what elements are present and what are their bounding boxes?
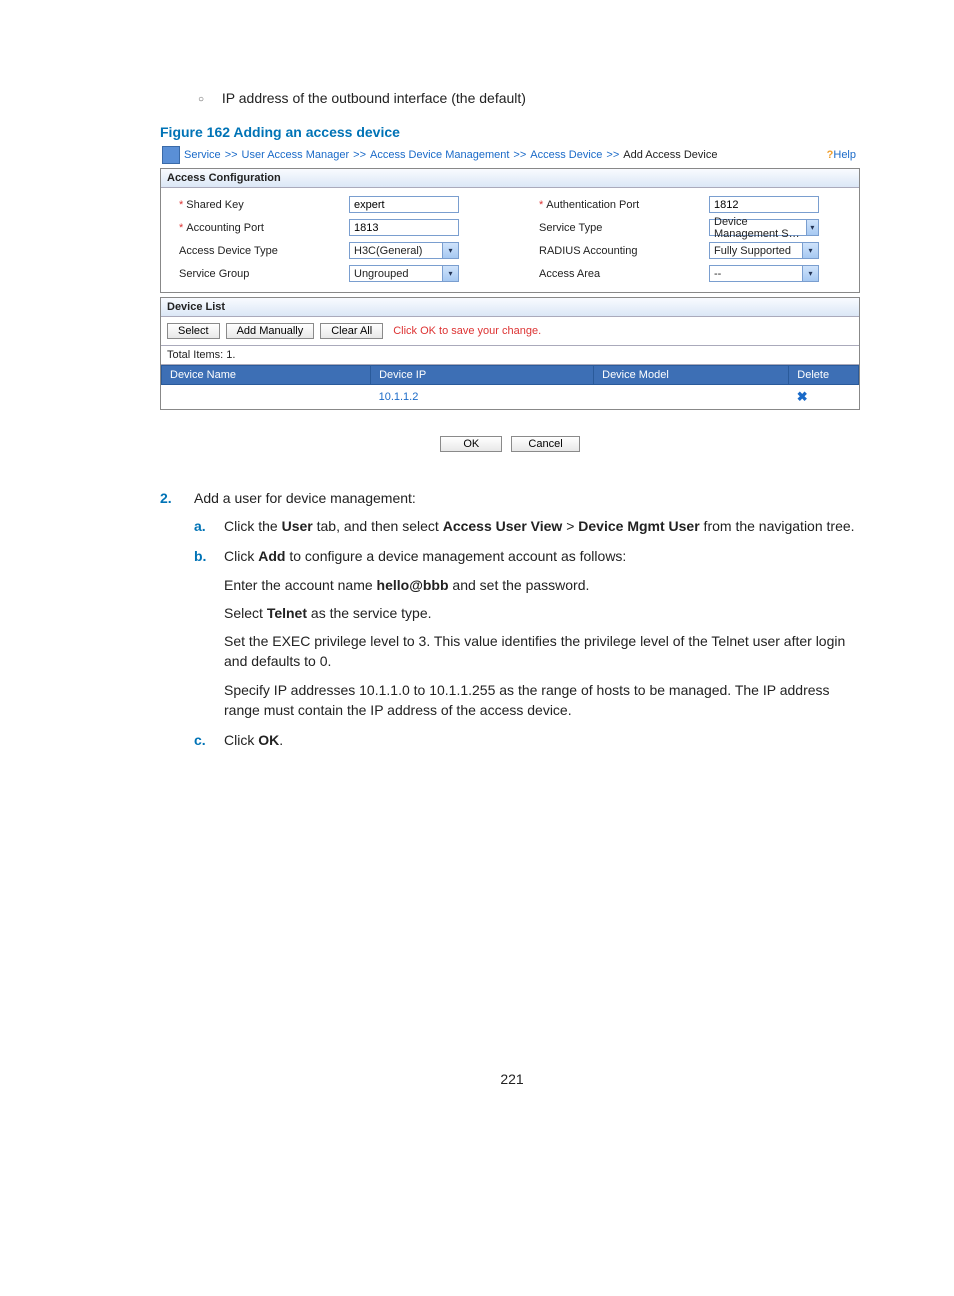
step-2-text: Add a user for device management:	[194, 490, 416, 506]
breadcrumb-icon	[162, 146, 180, 164]
delete-row-button[interactable]: ✖	[789, 385, 859, 410]
screenshot-container: Service >> User Access Manager >> Access…	[160, 146, 860, 452]
table-row: 10.1.1.2 ✖	[162, 385, 859, 410]
dialog-buttons: OK Cancel	[160, 436, 860, 452]
ok-button[interactable]: OK	[440, 436, 502, 452]
access-config-panel: Access Configuration *Shared Key *Authen…	[160, 168, 860, 293]
service-type-select[interactable]: Device Management S… ▾	[709, 219, 819, 236]
clear-all-button[interactable]: Clear All	[320, 323, 383, 339]
auth-port-input[interactable]	[709, 196, 819, 213]
cancel-button[interactable]: Cancel	[511, 436, 579, 452]
total-items: Total Items: 1.	[161, 346, 859, 365]
substep-letter: b.	[194, 546, 206, 566]
substep-c: c. Click OK.	[194, 730, 864, 750]
label-service-type: Service Type	[539, 222, 699, 234]
th-device-model: Device Model	[594, 366, 789, 385]
breadcrumb-sep: >>	[513, 149, 526, 161]
circle-bullet-icon: ○	[198, 94, 218, 105]
device-table: Device Name Device IP Device Model Delet…	[161, 365, 859, 409]
help-link[interactable]: ?Help	[827, 149, 856, 161]
th-delete: Delete	[789, 366, 859, 385]
device-list-title: Device List	[161, 298, 859, 317]
access-config-title: Access Configuration	[161, 169, 859, 188]
breadcrumb-sep: >>	[353, 149, 366, 161]
intro-bullet-line: ○ IP address of the outbound interface (…	[198, 90, 864, 106]
cell-device-name	[162, 385, 371, 410]
label-radius-acct: RADIUS Accounting	[539, 245, 699, 257]
step-2: 2. Add a user for device management: a. …	[160, 490, 864, 751]
substep-b: b. Click Add to configure a device manag…	[194, 546, 864, 720]
substep-letter: a.	[194, 516, 206, 536]
device-list-toolbar: Select Add Manually Clear All Click OK t…	[161, 317, 859, 346]
label-acct-port: *Accounting Port	[179, 222, 339, 234]
figure-caption: Figure 162 Adding an access device	[160, 124, 864, 140]
device-list-panel: Device List Select Add Manually Clear Al…	[160, 297, 860, 410]
chevron-down-icon: ▾	[802, 243, 818, 258]
label-auth-port: *Authentication Port	[539, 199, 699, 211]
substep-b-p2: Select Telnet as the service type.	[224, 603, 864, 623]
service-group-select[interactable]: Ungrouped ▾	[349, 265, 459, 282]
add-manually-button[interactable]: Add Manually	[226, 323, 315, 339]
chevron-down-icon: ▾	[806, 220, 818, 235]
chevron-down-icon: ▾	[802, 266, 818, 281]
th-device-name: Device Name	[162, 366, 371, 385]
access-area-select[interactable]: -- ▾	[709, 265, 819, 282]
select-button[interactable]: Select	[167, 323, 220, 339]
step-number: 2.	[160, 490, 172, 506]
breadcrumb-sep: >>	[606, 149, 619, 161]
breadcrumb-service[interactable]: Service	[184, 149, 221, 161]
substep-a: a. Click the User tab, and then select A…	[194, 516, 864, 536]
page-number: 221	[160, 1071, 864, 1087]
substep-b-p3: Set the EXEC privilege level to 3. This …	[224, 631, 864, 672]
intro-bullet-text: IP address of the outbound interface (th…	[222, 90, 526, 106]
substep-b-p4: Specify IP addresses 10.1.1.0 to 10.1.1.…	[224, 680, 864, 721]
substep-letter: c.	[194, 730, 206, 750]
th-device-ip: Device IP	[371, 366, 594, 385]
access-dev-type-select[interactable]: H3C(General) ▾	[349, 242, 459, 259]
table-header-row: Device Name Device IP Device Model Delet…	[162, 366, 859, 385]
substep-b-p1: Enter the account name hello@bbb and set…	[224, 575, 864, 595]
acct-port-input[interactable]	[349, 219, 459, 236]
breadcrumb-ad[interactable]: Access Device	[530, 149, 602, 161]
breadcrumb-adm[interactable]: Access Device Management	[370, 149, 509, 161]
shared-key-input[interactable]	[349, 196, 459, 213]
breadcrumb-sep: >>	[225, 149, 238, 161]
label-shared-key: *Shared Key	[179, 199, 339, 211]
breadcrumb-uam[interactable]: User Access Manager	[242, 149, 350, 161]
cell-device-model	[594, 385, 789, 410]
cell-device-ip[interactable]: 10.1.1.2	[371, 385, 594, 410]
radius-acct-select[interactable]: Fully Supported ▾	[709, 242, 819, 259]
label-service-group: Service Group	[179, 268, 339, 280]
breadcrumb-current: Add Access Device	[623, 149, 717, 161]
save-hint: Click OK to save your change.	[393, 325, 541, 337]
breadcrumb: Service >> User Access Manager >> Access…	[160, 146, 860, 168]
label-access-area: Access Area	[539, 268, 699, 280]
chevron-down-icon: ▾	[442, 243, 458, 258]
chevron-down-icon: ▾	[442, 266, 458, 281]
label-access-dev-type: Access Device Type	[179, 245, 339, 257]
